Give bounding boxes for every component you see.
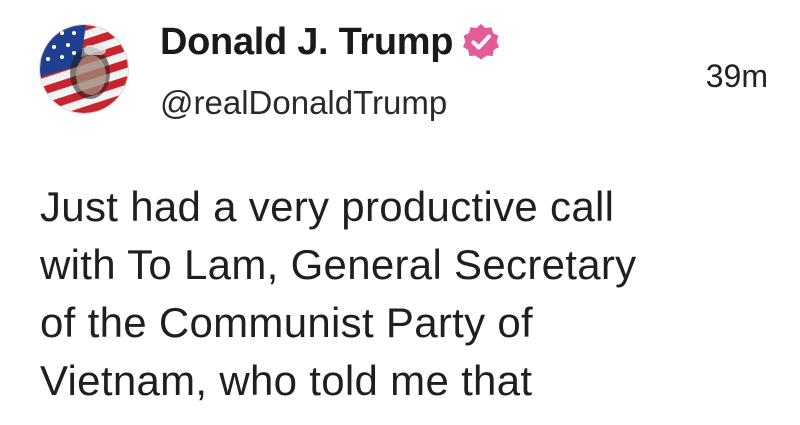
post-body-line: of the Communist Party of xyxy=(40,299,534,346)
author-display-name[interactable]: Donald J. Trump xyxy=(160,21,454,64)
post-body-line: with To Lam, General Secretary xyxy=(40,241,637,288)
post-timestamp[interactable]: 39m xyxy=(706,58,768,95)
author-handle[interactable]: @realDonaldTrump xyxy=(160,84,501,122)
post-body: Just had a very productive call with To … xyxy=(40,178,780,410)
avatar-portrait-icon xyxy=(40,25,128,113)
author-name-row: Donald J. Trump xyxy=(160,14,501,70)
post-body-line: Just had a very productive call xyxy=(40,183,615,230)
post-body-line: Vietnam, who told me that xyxy=(40,357,533,404)
post-card: Donald J. Trump @realDonaldTrump 39m Jus… xyxy=(0,0,800,425)
verified-badge-icon xyxy=(461,22,501,62)
author-avatar[interactable] xyxy=(40,25,128,113)
author-info: Donald J. Trump @realDonaldTrump xyxy=(160,14,501,122)
